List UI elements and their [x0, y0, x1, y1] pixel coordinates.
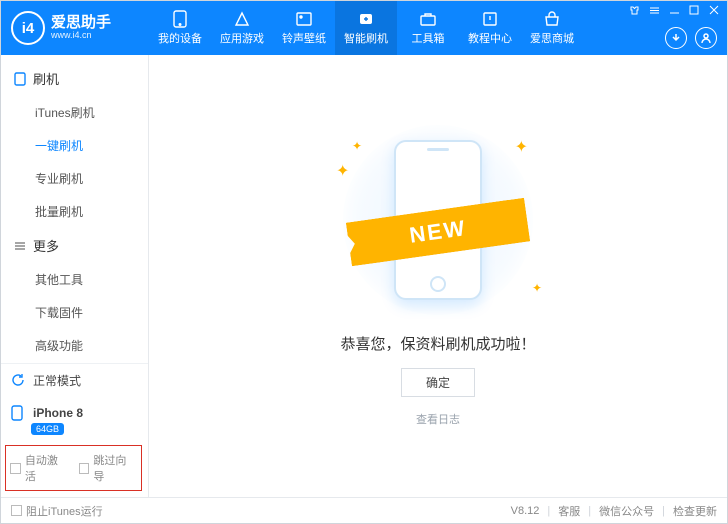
sidebar-item-pro-flash[interactable]: 专业刷机: [1, 162, 148, 195]
wechat-link[interactable]: 微信公众号: [599, 503, 654, 519]
sidebar-cat-flash: 刷机: [1, 61, 148, 96]
star-icon: ✦: [352, 139, 362, 153]
logo-icon: i4: [11, 11, 45, 45]
help-icon: [480, 10, 500, 28]
sidebar-item-itunes-flash[interactable]: iTunes刷机: [1, 96, 148, 129]
tab-label: 智能刷机: [344, 30, 388, 46]
tab-flash[interactable]: 智能刷机: [335, 1, 397, 55]
sidebar-cat-title: 刷机: [33, 69, 59, 88]
storage-badge: 64GB: [31, 423, 64, 435]
skip-guide-checkbox[interactable]: 跳过向导: [79, 452, 138, 484]
sidebar-item-advanced[interactable]: 高级功能: [1, 329, 148, 362]
mode-row[interactable]: 正常模式: [1, 364, 148, 397]
tab-tools[interactable]: 工具箱: [397, 1, 459, 55]
sidebar-main: 刷机 iTunes刷机 一键刷机 专业刷机 批量刷机 更多 其他工具 下载固件 …: [1, 55, 148, 363]
sidebar-bottom: 正常模式 iPhone 8 64GB 自动激活 跳过向导: [1, 363, 148, 497]
auto-activate-checkbox[interactable]: 自动激活: [10, 452, 69, 484]
device-row[interactable]: iPhone 8 64GB: [1, 397, 148, 443]
sidebar-item-onekey-flash[interactable]: 一键刷机: [1, 129, 148, 162]
sidebar-cat-more: 更多: [1, 228, 148, 263]
header-actions: [665, 27, 717, 49]
close-icon[interactable]: [707, 3, 721, 17]
view-log-link[interactable]: 查看日志: [416, 411, 460, 427]
brand-name: 爱思助手: [51, 15, 111, 32]
version-label: V8.12: [511, 505, 540, 517]
more-icon: [13, 239, 27, 253]
block-itunes-checkbox[interactable]: 阻止iTunes运行: [11, 503, 103, 519]
device-icon: [170, 10, 190, 28]
tools-icon: [418, 10, 438, 28]
tab-label: 工具箱: [412, 30, 445, 46]
menu-icon[interactable]: [647, 3, 661, 17]
confirm-button[interactable]: 确定: [401, 368, 475, 397]
logo: i4 爱思助手 www.i4.cn: [1, 11, 149, 45]
update-link[interactable]: 检查更新: [673, 503, 717, 519]
footer: 阻止iTunes运行 V8.12 | 客服 | 微信公众号 | 检查更新: [1, 497, 727, 523]
success-message: 恭喜您，保资料刷机成功啦！: [340, 333, 535, 354]
checkbox-icon: [11, 505, 22, 516]
star-icon: ✦: [336, 161, 349, 181]
device-name: iPhone 8: [33, 406, 83, 420]
user-icon[interactable]: [695, 27, 717, 49]
phone-small-icon: [11, 405, 27, 421]
star-icon: ✦: [515, 137, 528, 157]
tab-label: 我的设备: [158, 30, 202, 46]
highlight-box: 自动激活 跳过向导: [5, 445, 142, 491]
header-tabs: 我的设备 应用游戏 铃声壁纸 智能刷机 工具箱 教程中心: [149, 1, 583, 55]
mall-icon: [542, 10, 562, 28]
flash-icon: [356, 10, 376, 28]
separator: |: [588, 505, 591, 517]
window-controls: [627, 3, 721, 17]
tab-help[interactable]: 教程中心: [459, 1, 521, 55]
sidebar: 刷机 iTunes刷机 一键刷机 专业刷机 批量刷机 更多 其他工具 下载固件 …: [1, 55, 149, 497]
footer-right: V8.12 | 客服 | 微信公众号 | 检查更新: [511, 503, 717, 519]
star-icon: ✦: [532, 281, 542, 295]
tab-device[interactable]: 我的设备: [149, 1, 211, 55]
separator: |: [547, 505, 550, 517]
checkbox-icon: [79, 463, 90, 474]
sidebar-item-download-fw[interactable]: 下载固件: [1, 296, 148, 329]
tab-ring[interactable]: 铃声壁纸: [273, 1, 335, 55]
tab-label: 爱思商城: [530, 30, 574, 46]
body: 刷机 iTunes刷机 一键刷机 专业刷机 批量刷机 更多 其他工具 下载固件 …: [1, 55, 727, 497]
apps-icon: [232, 10, 252, 28]
logo-text: 爱思助手 www.i4.cn: [51, 15, 111, 41]
refresh-icon: [11, 373, 27, 389]
tab-label: 应用游戏: [220, 30, 264, 46]
success-illustration: ✦ ✦ ✦ ✦ NEW: [328, 125, 548, 315]
ring-icon: [294, 10, 314, 28]
sidebar-item-batch-flash[interactable]: 批量刷机: [1, 195, 148, 228]
tab-label: 铃声壁纸: [282, 30, 326, 46]
content: ✦ ✦ ✦ ✦ NEW 恭喜您，保资料刷机成功啦！ 确定 查看日志: [149, 55, 727, 497]
app-window: i4 爱思助手 www.i4.cn 我的设备 应用游戏 铃声壁纸 智能刷机: [0, 0, 728, 524]
phone-icon: [13, 72, 27, 86]
checkbox-icon: [10, 463, 21, 474]
tab-label: 教程中心: [468, 30, 512, 46]
sidebar-cat-title: 更多: [33, 236, 59, 255]
tab-mall[interactable]: 爱思商城: [521, 1, 583, 55]
mode-label: 正常模式: [33, 372, 81, 389]
checkbox-label: 自动激活: [25, 452, 69, 484]
header: i4 爱思助手 www.i4.cn 我的设备 应用游戏 铃声壁纸 智能刷机: [1, 1, 727, 55]
tab-apps[interactable]: 应用游戏: [211, 1, 273, 55]
checkbox-label: 跳过向导: [93, 452, 137, 484]
download-icon[interactable]: [665, 27, 687, 49]
skin-icon[interactable]: [627, 3, 641, 17]
kefu-link[interactable]: 客服: [558, 503, 580, 519]
minimize-icon[interactable]: [667, 3, 681, 17]
brand-url: www.i4.cn: [51, 31, 111, 41]
maximize-icon[interactable]: [687, 3, 701, 17]
checkbox-label: 阻止iTunes运行: [26, 503, 103, 519]
sidebar-item-other-tools[interactable]: 其他工具: [1, 263, 148, 296]
separator: |: [662, 505, 665, 517]
